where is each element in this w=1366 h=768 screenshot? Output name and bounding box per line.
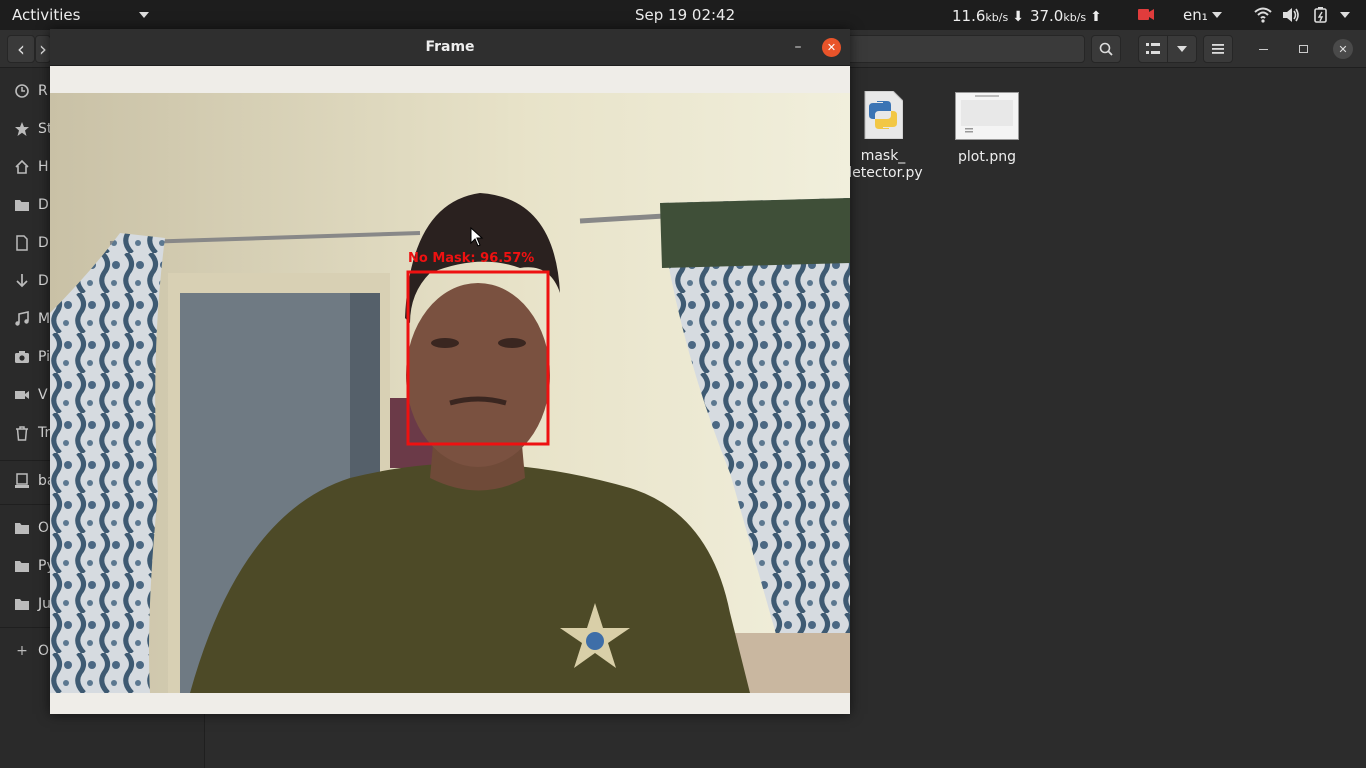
forward-button[interactable]: ›: [35, 35, 51, 63]
sidebar-item-label: H: [38, 159, 49, 175]
clock-icon: [15, 84, 29, 98]
frame-titlebar[interactable]: Frame – ✕: [50, 29, 850, 66]
folder-icon: [15, 561, 29, 572]
view-toggle-button[interactable]: [1138, 35, 1168, 63]
wifi-icon[interactable]: [1254, 7, 1272, 23]
fm-minimize-button[interactable]: [1253, 39, 1273, 59]
sidebar-item-label: V: [38, 387, 48, 403]
video-icon: [15, 391, 29, 399]
minimize-icon: –: [794, 39, 802, 55]
system-menu-chevron-icon[interactable]: [1340, 12, 1350, 18]
file-name-line-2: detector.py: [843, 165, 923, 181]
sidebar-item-label: Pi: [38, 349, 51, 365]
top-bar: Activities Sep 19 02:42 11.6kb/s ⬇ 37.0kb/…: [0, 0, 1366, 30]
back-icon: ‹: [17, 37, 25, 61]
hamburger-menu-icon: [1212, 44, 1224, 54]
curtain-valance: [660, 198, 850, 268]
language-chevron-icon[interactable]: [1212, 12, 1222, 18]
sidebar-item-label: O: [38, 520, 50, 536]
curtain-left: [50, 233, 165, 693]
person-eye-right: [498, 338, 526, 348]
chevron-down-icon: [1177, 46, 1187, 52]
window-title: Frame: [425, 39, 475, 55]
plus-icon: +: [16, 643, 28, 659]
close-icon: ✕: [826, 41, 837, 54]
view-options-button[interactable]: [1167, 35, 1197, 63]
camera-icon: [15, 351, 29, 363]
shirt-badge-center: [586, 632, 604, 650]
close-icon: ✕: [1338, 42, 1348, 56]
frame-minimize-button[interactable]: –: [788, 37, 808, 57]
music-icon: [15, 311, 29, 326]
star-icon: [15, 122, 29, 136]
python-file-icon: [864, 90, 904, 140]
back-button[interactable]: ‹: [7, 35, 35, 63]
search-button[interactable]: [1091, 35, 1121, 63]
upload-speed-value: 37.0: [1029, 7, 1064, 25]
trash-icon: [16, 426, 28, 441]
video-record-icon[interactable]: [1138, 9, 1154, 20]
minimize-icon: [1258, 48, 1268, 50]
main-menu-button[interactable]: [1203, 35, 1233, 63]
maximize-icon: [1298, 45, 1308, 53]
webcam-feed: [50, 93, 850, 693]
forward-icon: ›: [39, 37, 47, 61]
document-icon: [16, 235, 28, 251]
file-item-plot-png[interactable]: plot.png: [942, 92, 1032, 166]
sidebar-item-label: D: [38, 273, 49, 289]
upload-speed-unit: kb/s: [1063, 11, 1087, 24]
file-item-mask-detector[interactable]: mask_ detector.py: [838, 90, 928, 182]
sidebar-item-label: D: [38, 197, 49, 213]
mouse-cursor-icon: [470, 227, 484, 247]
file-name-line-1: mask_: [860, 148, 906, 164]
sidebar-item-label: O: [38, 643, 50, 659]
fm-maximize-button[interactable]: [1293, 39, 1313, 59]
activities-button[interactable]: Activities: [12, 6, 80, 24]
volume-icon[interactable]: [1282, 7, 1300, 23]
upload-arrow-icon: ⬆: [1090, 9, 1102, 25]
folder-icon: [15, 599, 29, 610]
search-icon: [1099, 42, 1113, 56]
home-icon: [15, 159, 29, 174]
network-speed-indicator: 11.6kb/s ⬇ 37.0kb/s ⬆: [952, 7, 1108, 25]
sidebar-item-label: D: [38, 235, 49, 251]
clock[interactable]: Sep 19 02:42: [635, 6, 735, 24]
folder-icon: [15, 200, 29, 211]
path-bar[interactable]: [848, 35, 1085, 63]
download-speed-value: 11.6: [952, 7, 986, 25]
file-name: plot.png: [958, 149, 1016, 165]
download-speed-unit: kb/s: [985, 11, 1009, 24]
battery-icon[interactable]: [1313, 7, 1331, 23]
image-thumbnail-icon: [955, 92, 1019, 140]
frame-close-button[interactable]: ✕: [822, 38, 841, 57]
download-arrow-icon: ⬇: [1012, 9, 1024, 25]
app-menu-chevron-icon[interactable]: [139, 12, 149, 18]
drive-icon: [15, 473, 29, 488]
frame-window: Frame – ✕: [50, 29, 850, 714]
person-face: [406, 283, 550, 467]
folder-icon: [15, 523, 29, 534]
sidebar-item-label: R: [38, 83, 48, 99]
download-icon: [16, 274, 28, 288]
list-view-icon: [1146, 43, 1160, 54]
sidebar-item-label: Tr: [38, 425, 51, 441]
language-indicator[interactable]: en₁: [1183, 6, 1208, 24]
sidebar-item-label: M: [38, 311, 51, 327]
person-eye-left: [431, 338, 459, 348]
fm-close-button[interactable]: ✕: [1333, 39, 1353, 59]
detection-label: No Mask: 96.57%: [408, 251, 535, 266]
